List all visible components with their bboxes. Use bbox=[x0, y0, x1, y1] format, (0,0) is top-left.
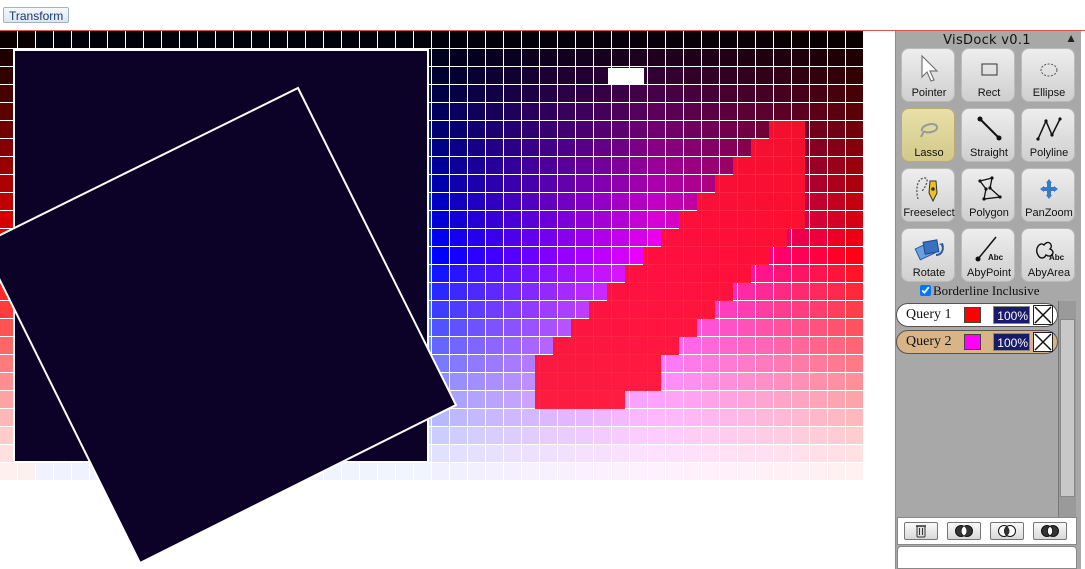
query-color-swatch[interactable] bbox=[964, 307, 981, 323]
union-button[interactable] bbox=[990, 522, 1024, 540]
rotate-icon bbox=[914, 239, 944, 261]
tool-abypoint[interactable]: Abc AbyPoint bbox=[961, 228, 1015, 282]
tool-pointer[interactable]: Pointer bbox=[901, 48, 955, 102]
dock-title: VisDock v0.1 bbox=[943, 33, 1031, 48]
borderline-inclusive-label: Borderline Inclusive bbox=[933, 283, 1040, 298]
clear-icon bbox=[916, 525, 926, 538]
tool-straight-label: Straight bbox=[970, 147, 1008, 159]
tool-polygon-label: Polygon bbox=[969, 207, 1009, 219]
intersect-button[interactable] bbox=[947, 522, 981, 540]
intersect-icon bbox=[955, 525, 973, 537]
tool-panzoom-label: PanZoom bbox=[1025, 207, 1073, 219]
top-toolbar: Transform bbox=[0, 0, 1085, 31]
tool-freeselect-label: Freeselect bbox=[903, 207, 955, 219]
query-scrollbar[interactable] bbox=[1058, 301, 1076, 517]
tool-pointer-label: Pointer bbox=[911, 87, 947, 99]
tool-lasso-label: Lasso bbox=[914, 147, 944, 159]
query-row-2[interactable]: Query 2 100% bbox=[896, 330, 1058, 354]
tool-straight[interactable]: Straight bbox=[961, 108, 1015, 162]
panzoom-icon bbox=[1040, 179, 1058, 199]
query-name: Query 2 bbox=[906, 334, 952, 349]
selection-layer[interactable] bbox=[0, 31, 895, 569]
boolean-operations-bar bbox=[897, 517, 1077, 545]
annotation-box[interactable] bbox=[897, 546, 1077, 569]
tool-ellipse-label: Ellipse bbox=[1032, 87, 1066, 99]
marker-rect bbox=[608, 68, 644, 85]
tool-abyarea-icon-text: Abc bbox=[1049, 253, 1065, 262]
lasso-icon bbox=[920, 123, 938, 138]
query-scrollbar-thumb[interactable] bbox=[1060, 319, 1075, 497]
tool-polygon[interactable]: Polygon bbox=[961, 168, 1015, 222]
tool-abyarea-label: AbyArea bbox=[1027, 267, 1071, 279]
tool-rect[interactable]: Rect bbox=[961, 48, 1015, 102]
query-list: Query 1 100% Query 2 100% bbox=[896, 301, 1078, 517]
query-opacity-field[interactable]: 100% bbox=[993, 333, 1030, 351]
polyline-icon bbox=[1036, 117, 1062, 141]
freeselect-icon bbox=[916, 177, 938, 203]
borderline-inclusive-option[interactable]: Borderline Inclusive bbox=[920, 283, 1040, 299]
xor-icon bbox=[1041, 525, 1059, 537]
straight-line-icon bbox=[977, 116, 1002, 141]
clear-query-button[interactable] bbox=[904, 522, 938, 540]
xor-button[interactable] bbox=[1033, 522, 1067, 540]
query-opacity-field[interactable]: 100% bbox=[993, 306, 1030, 324]
query-remove-icon[interactable] bbox=[1033, 332, 1053, 352]
visualization-canvas[interactable] bbox=[0, 31, 895, 569]
annotate-point-icon: Abc bbox=[975, 236, 1004, 262]
tool-polyline[interactable]: Polyline bbox=[1021, 108, 1075, 162]
query-remove-icon[interactable] bbox=[1033, 305, 1053, 325]
visdock-panel: VisDock v0.1 ▲ Pointer Rect Ellipse Lass… bbox=[895, 31, 1081, 569]
tool-abypoint-icon-text: Abc bbox=[988, 253, 1004, 262]
rect-icon bbox=[981, 63, 998, 76]
tool-rotate[interactable]: Rotate bbox=[901, 228, 955, 282]
query-name: Query 1 bbox=[906, 307, 952, 322]
tool-abypoint-label: AbyPoint bbox=[966, 267, 1012, 279]
transform-button[interactable]: Transform bbox=[3, 7, 70, 23]
ellipse-icon bbox=[1040, 63, 1058, 77]
tool-abyarea[interactable]: Abc AbyArea bbox=[1021, 228, 1075, 282]
tool-ellipse[interactable]: Ellipse bbox=[1021, 48, 1075, 102]
tool-freeselect[interactable]: Freeselect bbox=[901, 168, 955, 222]
tool-rotate-label: Rotate bbox=[912, 267, 946, 279]
pointer-icon bbox=[921, 54, 939, 82]
polygon-icon bbox=[978, 176, 1002, 201]
tool-lasso[interactable]: Lasso bbox=[901, 108, 955, 162]
query-row-1[interactable]: Query 1 100% bbox=[896, 303, 1058, 327]
union-icon bbox=[998, 525, 1016, 537]
annotate-area-icon: Abc bbox=[1035, 241, 1065, 262]
tool-rect-label: Rect bbox=[977, 87, 1001, 99]
query-color-swatch[interactable] bbox=[964, 334, 981, 350]
tool-panzoom[interactable]: PanZoom bbox=[1021, 168, 1075, 222]
borderline-inclusive-checkbox[interactable] bbox=[920, 285, 931, 296]
collapse-icon[interactable]: ▲ bbox=[1065, 31, 1077, 45]
tool-polyline-label: Polyline bbox=[1029, 147, 1069, 159]
